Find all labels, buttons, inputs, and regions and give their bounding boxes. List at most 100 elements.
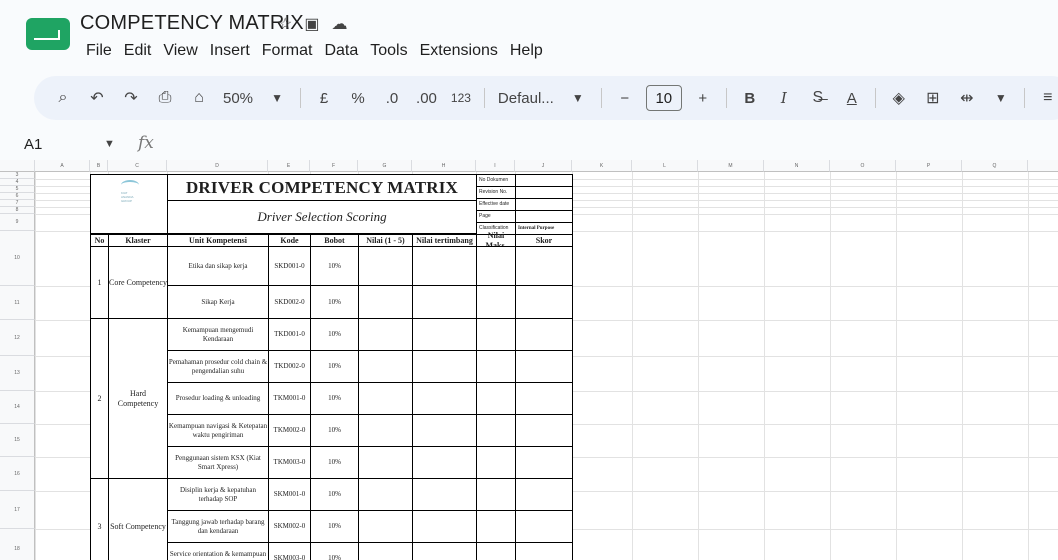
skor-cell[interactable] <box>515 414 573 447</box>
redo-icon[interactable]: ↷ <box>117 84 145 112</box>
menu-insert[interactable]: Insert <box>204 42 256 60</box>
nilai-cell[interactable] <box>358 382 413 415</box>
bobot-cell[interactable]: 10% <box>310 510 359 543</box>
column-header[interactable]: B <box>90 160 108 172</box>
bobot-cell[interactable]: 10% <box>310 382 359 415</box>
skor-cell[interactable] <box>515 318 573 351</box>
skor-cell[interactable] <box>515 382 573 415</box>
column-header[interactable]: A <box>35 160 90 172</box>
column-header[interactable]: F <box>310 160 358 172</box>
bobot-cell[interactable]: 10% <box>310 542 359 560</box>
cluster-number[interactable]: 1 <box>90 246 109 319</box>
nilai-maks-cell[interactable] <box>476 350 516 383</box>
skor-cell[interactable] <box>515 246 573 286</box>
nilai-tertimbang-cell[interactable] <box>412 446 477 479</box>
nilai-maks-cell[interactable] <box>476 446 516 479</box>
nilai-tertimbang-cell[interactable] <box>412 414 477 447</box>
row-header[interactable]: 13 <box>0 356 35 391</box>
name-box-chevron-down-icon[interactable]: ▼ <box>104 138 115 150</box>
nilai-cell[interactable] <box>358 510 413 543</box>
row-header[interactable]: 18 <box>0 529 35 560</box>
cluster-number[interactable]: 2 <box>90 318 109 479</box>
zoom-chevron-down-icon[interactable]: ▼ <box>263 84 291 112</box>
unit-kompetensi-cell[interactable]: Kemampuan mengemudi Kendaraan <box>167 318 269 351</box>
paint-format-icon[interactable]: ⌂ <box>185 84 213 112</box>
menu-help[interactable]: Help <box>504 42 549 60</box>
row-header[interactable]: 17 <box>0 491 35 529</box>
kode-cell[interactable]: TKM001-0 <box>268 382 311 415</box>
horizontal-align-icon[interactable]: ≡ <box>1034 84 1058 112</box>
menu-format[interactable]: Format <box>256 42 319 60</box>
nilai-cell[interactable] <box>358 446 413 479</box>
menu-edit[interactable]: Edit <box>118 42 158 60</box>
cluster-name[interactable]: Core Competency <box>108 246 168 319</box>
nilai-maks-cell[interactable] <box>476 246 516 286</box>
name-box[interactable]: A1 <box>24 136 42 153</box>
bobot-cell[interactable]: 10% <box>310 246 359 286</box>
kode-cell[interactable]: SKD002-0 <box>268 285 311 319</box>
column-header[interactable]: R <box>1028 160 1058 172</box>
decrease-font-size-button[interactable]: − <box>611 84 639 112</box>
kode-cell[interactable]: TKD001-0 <box>268 318 311 351</box>
nilai-tertimbang-cell[interactable] <box>412 318 477 351</box>
row-header[interactable]: 12 <box>0 320 35 356</box>
nilai-cell[interactable] <box>358 542 413 560</box>
unit-kompetensi-cell[interactable]: Kemampuan navigasi & Ketepatan waktu pen… <box>167 414 269 447</box>
spreadsheet-grid[interactable]: ABCDEFGHIJKLMNOPQR3456789101112131415161… <box>0 160 1058 560</box>
cluster-name[interactable]: Soft Competency <box>108 478 168 560</box>
column-header[interactable]: L <box>632 160 698 172</box>
cluster-name[interactable]: Hard Competency <box>108 318 168 479</box>
nilai-tertimbang-cell[interactable] <box>412 246 477 286</box>
unit-kompetensi-cell[interactable]: Pemahaman prosedur cold chain & pengenda… <box>167 350 269 383</box>
column-header[interactable]: K <box>572 160 632 172</box>
row-header[interactable]: 6 <box>0 193 35 200</box>
nilai-tertimbang-cell[interactable] <box>412 350 477 383</box>
unit-kompetensi-cell[interactable]: Service orientation & kemampuan komunika… <box>167 542 269 560</box>
sheets-logo-icon[interactable] <box>26 18 70 50</box>
row-header[interactable]: 5 <box>0 186 35 193</box>
unit-kompetensi-cell[interactable]: Disiplin kerja & kepatuhan terhadap SOP <box>167 478 269 511</box>
column-header[interactable]: N <box>764 160 830 172</box>
column-header[interactable]: J <box>515 160 572 172</box>
menu-tools[interactable]: Tools <box>364 42 413 60</box>
cloud-status-icon[interactable]: ☁ <box>331 14 347 34</box>
percent-format-button[interactable]: % <box>344 84 372 112</box>
nilai-maks-cell[interactable] <box>476 510 516 543</box>
kode-cell[interactable]: TKM002-0 <box>268 414 311 447</box>
menu-extensions[interactable]: Extensions <box>414 42 504 60</box>
column-header[interactable]: P <box>896 160 962 172</box>
nilai-tertimbang-cell[interactable] <box>412 542 477 560</box>
borders-icon[interactable]: ⊞ <box>919 84 947 112</box>
zoom-select[interactable]: 50% <box>219 84 257 112</box>
nilai-cell[interactable] <box>358 478 413 511</box>
nilai-tertimbang-cell[interactable] <box>412 382 477 415</box>
kode-cell[interactable]: TKD002-0 <box>268 350 311 383</box>
matrix-title[interactable]: DRIVER COMPETENCY MATRIX <box>167 174 477 201</box>
search-menus-icon[interactable]: ⌕ <box>49 84 77 112</box>
nilai-maks-cell[interactable] <box>476 542 516 560</box>
skor-cell[interactable] <box>515 350 573 383</box>
column-header[interactable]: Q <box>962 160 1028 172</box>
select-all-corner[interactable] <box>0 160 35 172</box>
row-header[interactable]: 15 <box>0 424 35 457</box>
nilai-tertimbang-cell[interactable] <box>412 285 477 319</box>
skor-cell[interactable] <box>515 285 573 319</box>
nilai-maks-cell[interactable] <box>476 318 516 351</box>
merge-chevron-down-icon[interactable]: ▼ <box>987 84 1015 112</box>
italic-button[interactable]: I <box>770 84 798 112</box>
font-chevron-down-icon[interactable]: ▼ <box>564 84 592 112</box>
menu-data[interactable]: Data <box>318 42 364 60</box>
increase-font-size-button[interactable]: + <box>689 84 717 112</box>
row-header[interactable]: 9 <box>0 214 35 231</box>
nilai-cell[interactable] <box>358 414 413 447</box>
bold-button[interactable]: B <box>736 84 764 112</box>
column-header[interactable]: H <box>412 160 476 172</box>
row-header[interactable]: 14 <box>0 391 35 424</box>
nilai-tertimbang-cell[interactable] <box>412 478 477 511</box>
currency-format-button[interactable]: £ <box>310 84 338 112</box>
bobot-cell[interactable]: 10% <box>310 318 359 351</box>
nilai-maks-cell[interactable] <box>476 478 516 511</box>
more-formats-button[interactable]: 123 <box>447 84 475 112</box>
text-color-button[interactable]: A <box>838 84 866 112</box>
skor-cell[interactable] <box>515 478 573 511</box>
